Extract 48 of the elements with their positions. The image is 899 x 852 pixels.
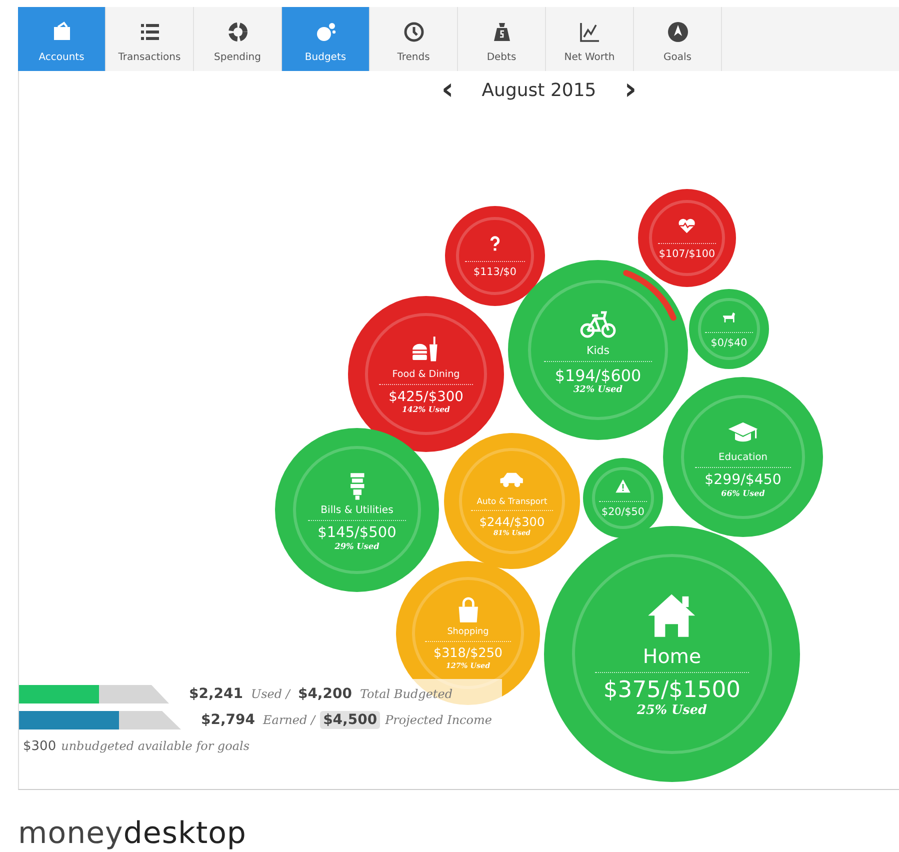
category-name: Home	[642, 644, 702, 668]
percent-used: 66% Used	[721, 488, 765, 498]
budget-amount: $425/$300	[388, 388, 464, 405]
budget-bubble[interactable]: $0/$40	[689, 289, 769, 369]
amount: $2,241	[188, 685, 244, 703]
logo: moneydesktop	[18, 816, 246, 851]
budget-bubble[interactable]: $107/$100	[638, 189, 736, 287]
budget-amount: $375/$1500	[603, 676, 741, 703]
amount-label: Used /	[251, 687, 290, 701]
amount: $2,794	[200, 711, 256, 729]
clock-icon	[402, 20, 426, 44]
total-amount: $4,500	[320, 711, 380, 729]
month-label: August 2015	[482, 80, 596, 100]
budget-bubble[interactable]: Home $375/$1500 25% Used	[544, 526, 800, 782]
pie-chart-icon	[226, 20, 250, 44]
budget-bubble[interactable]: Education $299/$450 66% Used	[663, 377, 823, 537]
budget-amount: $244/$300	[479, 514, 545, 529]
budget-amount: $194/$600	[554, 366, 642, 385]
category-name: Auto & Transport	[476, 496, 548, 506]
percent-used: 32% Used	[573, 385, 623, 395]
compass-icon	[666, 20, 690, 44]
budget-amount: $107/$100	[658, 248, 716, 260]
budget-bubble[interactable]: Bills & Utilities $145/$500 29% Used	[275, 428, 439, 592]
unbudgeted-label: unbudgeted available for goals	[61, 739, 250, 753]
unbudgeted-amount: $300	[22, 738, 56, 754]
total-label: Projected Income	[385, 713, 492, 727]
budget-bubble[interactable]: $20/$50	[583, 458, 663, 538]
nav-tab[interactable]: Accounts	[18, 7, 106, 71]
total-amount: $4,200	[296, 685, 353, 703]
budget-bubble[interactable]: $113/$0	[445, 206, 545, 306]
previous-month-button[interactable]: ‹	[439, 75, 456, 105]
warning-icon	[615, 478, 631, 494]
budget-amount: $318/$250	[433, 646, 503, 662]
category-name: Education	[718, 452, 768, 462]
percent-used: 25% Used	[637, 702, 707, 718]
budget-amount: $20/$50	[602, 506, 644, 518]
nav-tab[interactable]: Budgets	[282, 7, 370, 71]
category-name: Bills & Utilities	[320, 504, 394, 516]
heart-icon	[677, 216, 697, 236]
budget-amount: $145/$500	[318, 524, 396, 541]
category-name: Kids	[586, 344, 610, 357]
amount-label: Earned /	[263, 713, 316, 727]
next-month-button[interactable]: ›	[622, 75, 639, 105]
category-name: Shopping	[447, 627, 489, 638]
budget-amount: $299/$450	[704, 472, 782, 488]
category-name: Food & Dining	[392, 368, 460, 380]
percent-used: 29% Used	[334, 540, 380, 551]
budget-amount: $0/$40	[710, 337, 748, 349]
